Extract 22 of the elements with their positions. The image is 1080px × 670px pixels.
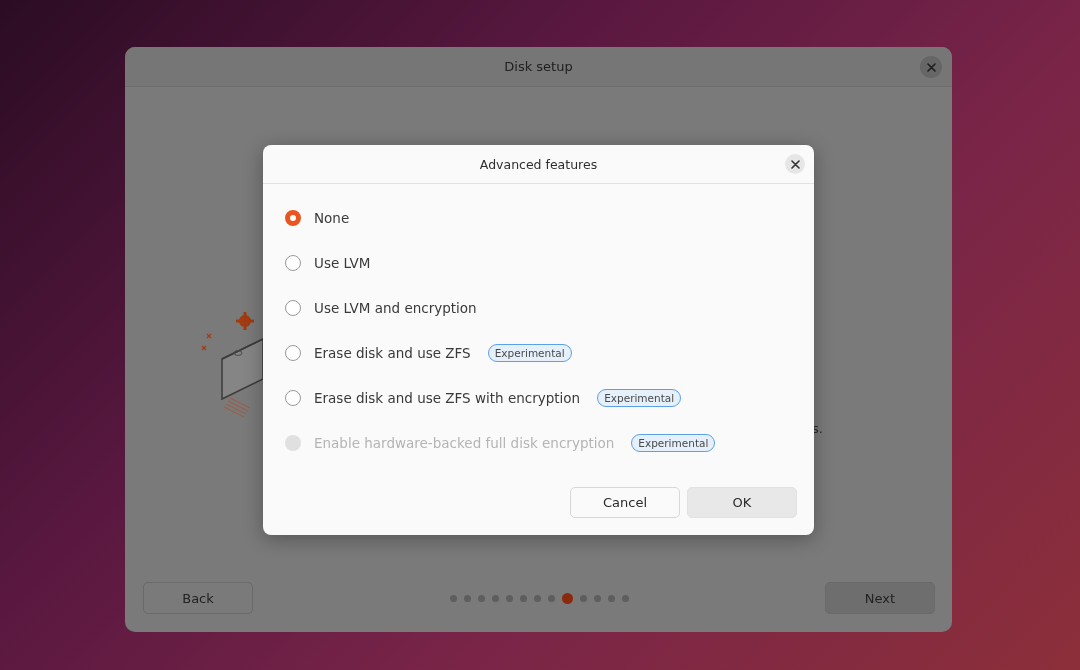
option-label: Erase disk and use ZFS with encryption [314, 390, 581, 406]
experimental-badge: Experimental [631, 434, 716, 452]
dialog-button[interactable]: Cancel [570, 487, 680, 518]
close-icon [790, 159, 800, 169]
radio-button[interactable] [285, 210, 301, 226]
option-label: Use LVM [314, 255, 371, 271]
experimental-badge: Experimental [597, 389, 682, 407]
dialog-title: Advanced features [479, 156, 598, 172]
option-label: Enable hardware-backed full disk encryption [314, 435, 615, 451]
radio-button[interactable] [285, 255, 301, 271]
radio-button[interactable] [285, 390, 301, 406]
close-icon [926, 62, 936, 72]
option-label: None [314, 210, 350, 226]
radio-button[interactable] [285, 345, 301, 361]
option-label: Use LVM and encryption [314, 300, 477, 316]
dialog-button[interactable]: OK [687, 487, 797, 518]
window-title: Disk setup [504, 59, 573, 74]
close-button[interactable] [785, 154, 805, 174]
experimental-badge: Experimental [487, 344, 572, 362]
radio-button[interactable] [285, 300, 301, 316]
back-button[interactable]: Back [143, 582, 253, 614]
option-label: Erase disk and use ZFS [314, 345, 471, 361]
